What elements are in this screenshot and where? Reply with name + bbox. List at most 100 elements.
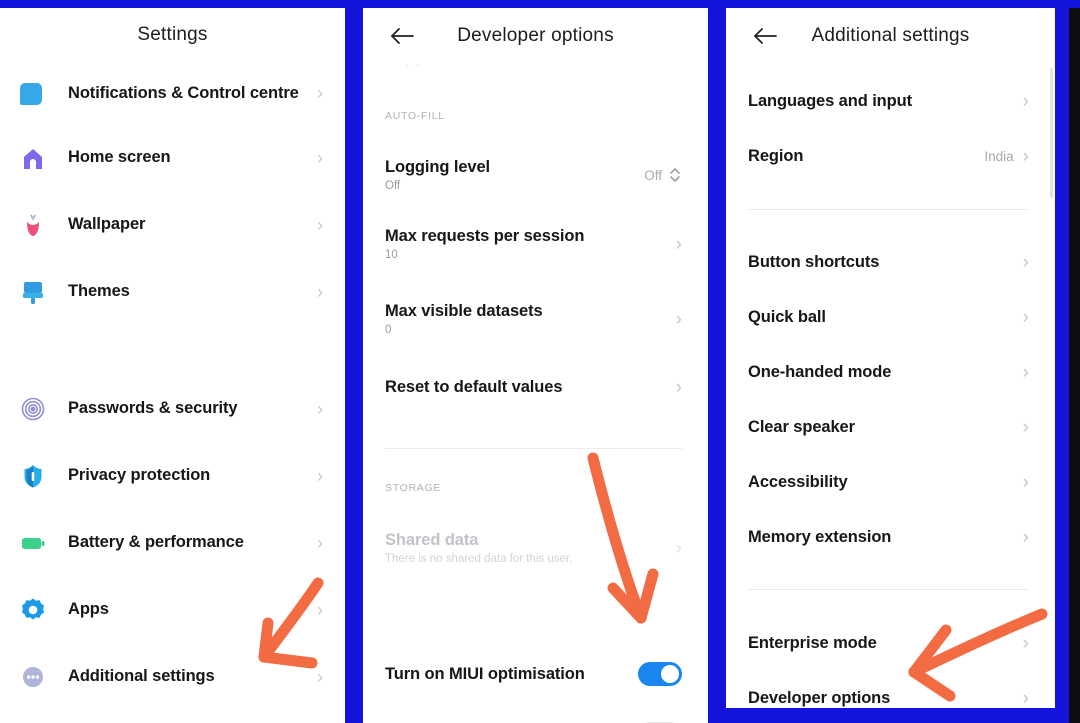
notifications-icon xyxy=(18,78,48,108)
settings-item-passwords-security[interactable]: Passwords & security › xyxy=(0,375,345,442)
row-label: Logging level xyxy=(385,158,491,176)
row-sublabel: There is no shared data for this user. xyxy=(385,553,573,565)
chevron-right-icon: › xyxy=(1022,633,1029,654)
additional-row-quick-ball[interactable]: Quick ball › xyxy=(726,290,1055,345)
settings-title-bar: Settings xyxy=(0,8,345,62)
dev-row-max-visible-datasets[interactable]: Max visible datasets 0 › xyxy=(363,282,708,356)
frame-gutter-1 xyxy=(345,0,363,723)
frame-top-bar xyxy=(0,0,1080,8)
chevron-right-icon: › xyxy=(1022,688,1029,708)
section-header-storage: STORAGE xyxy=(385,482,442,494)
screenshot-root: Settings Notifications & Control centre … xyxy=(0,0,1080,723)
row-label: One-handed mode xyxy=(748,363,892,381)
settings-item-label: Privacy protection xyxy=(68,466,211,484)
page-title: Settings xyxy=(137,24,208,45)
chevron-right-icon: › xyxy=(675,376,682,398)
chevron-right-icon: › xyxy=(1022,527,1029,548)
additional-row-enterprise-mode[interactable]: Enterprise mode › xyxy=(726,616,1055,671)
themes-brush-icon xyxy=(18,277,48,307)
chevron-right-icon: › xyxy=(1022,417,1029,438)
back-arrow-icon[interactable] xyxy=(752,23,778,49)
frame-gutter-2 xyxy=(708,0,726,723)
additional-row-region[interactable]: Region India › xyxy=(726,129,1055,184)
chevron-right-icon: › xyxy=(317,147,323,168)
back-arrow-icon[interactable] xyxy=(389,23,415,49)
frame-bottom-bar xyxy=(708,708,1069,723)
dev-row-shared-data: Shared data There is no shared data for … xyxy=(363,520,708,576)
chevron-right-icon: › xyxy=(1022,91,1029,112)
chevron-right-icon: › xyxy=(1022,146,1029,167)
stepper-updown-icon[interactable] xyxy=(668,165,682,185)
clipped-row-above: Clipped scrolled row xyxy=(363,64,708,110)
settings-group-gap xyxy=(0,325,345,375)
row-label: Clear speaker xyxy=(748,418,855,436)
row-label: Shared data xyxy=(385,531,479,549)
row-label: Button shortcuts xyxy=(748,253,880,271)
chevron-right-icon: › xyxy=(1022,307,1029,328)
chevron-right-icon: › xyxy=(317,83,323,103)
settings-item-label: Themes xyxy=(68,282,130,300)
row-value: Off xyxy=(644,167,662,183)
dev-row-high-risk-features[interactable]: Notify about high-risk features xyxy=(363,704,708,723)
wallpaper-tulip-icon xyxy=(18,210,48,240)
row-sublabel: 10 xyxy=(385,249,398,261)
developer-options-title-bar: Developer options xyxy=(363,8,708,64)
additional-row-developer-options[interactable]: Developer options › xyxy=(726,671,1055,708)
page-title: Additional settings xyxy=(811,25,970,46)
settings-item-wallpaper[interactable]: Wallpaper › xyxy=(0,191,345,258)
chevron-right-icon: › xyxy=(317,666,323,687)
settings-item-label: Passwords & security xyxy=(68,399,238,417)
additional-row-languages-input[interactable]: Languages and input › xyxy=(726,74,1055,129)
chevron-right-icon: › xyxy=(317,398,323,419)
scrollbar-thumb[interactable] xyxy=(1050,68,1053,198)
dev-row-max-requests[interactable]: Max requests per session 10 › xyxy=(363,206,708,282)
chevron-right-icon: › xyxy=(317,281,323,302)
dev-row-miui-optimisation[interactable]: Turn on MIUI optimisation xyxy=(363,644,708,704)
settings-item-themes[interactable]: Themes › xyxy=(0,258,345,325)
chevron-right-icon: › xyxy=(317,599,323,620)
chevron-right-icon: › xyxy=(317,214,323,235)
settings-item-additional-settings[interactable]: Additional settings › xyxy=(0,643,345,710)
gear-icon xyxy=(18,595,48,625)
chevron-right-icon: › xyxy=(317,465,323,486)
frame-right-bar xyxy=(1055,0,1069,723)
row-label: Region xyxy=(748,147,804,165)
settings-item-privacy-protection[interactable]: Privacy protection › xyxy=(0,442,345,509)
settings-item-label: Additional settings xyxy=(68,667,215,685)
settings-item-label: Wallpaper xyxy=(68,215,146,233)
settings-item-battery-performance[interactable]: Battery & performance › xyxy=(0,509,345,576)
chevron-right-icon: › xyxy=(1022,362,1029,383)
more-dots-icon xyxy=(18,662,48,692)
shield-icon xyxy=(18,461,48,491)
settings-panel: Settings Notifications & Control centre … xyxy=(0,8,345,723)
row-label: Memory extension xyxy=(748,528,892,546)
additional-row-one-handed-mode[interactable]: One-handed mode › xyxy=(726,345,1055,400)
row-label: Turn on MIUI optimisation xyxy=(385,664,585,683)
dev-row-reset-defaults[interactable]: Reset to default values › xyxy=(363,356,708,418)
additional-settings-title-bar: Additional settings xyxy=(726,8,1055,64)
additional-row-button-shortcuts[interactable]: Button shortcuts › xyxy=(726,235,1055,290)
settings-item-notifications[interactable]: Notifications & Control centre › xyxy=(0,62,345,124)
row-value: India xyxy=(984,149,1014,164)
settings-item-home-screen[interactable]: Home screen › xyxy=(0,124,345,191)
battery-icon xyxy=(18,528,48,558)
row-label: Max visible datasets xyxy=(385,302,543,320)
miui-optimisation-toggle[interactable] xyxy=(638,662,682,686)
chevron-right-icon: › xyxy=(1022,252,1029,273)
additional-row-memory-extension[interactable]: Memory extension › xyxy=(726,510,1055,565)
chevron-right-icon: › xyxy=(1022,472,1029,493)
dev-row-logging-level[interactable]: Logging level Off Off xyxy=(363,144,708,206)
additional-row-accessibility[interactable]: Accessibility › xyxy=(726,455,1055,510)
additional-row-clear-speaker[interactable]: Clear speaker › xyxy=(726,400,1055,455)
settings-item-label: Battery & performance xyxy=(68,533,244,551)
settings-item-label: Notifications & Control centre xyxy=(68,83,299,102)
row-label: Developer options xyxy=(748,689,891,707)
home-icon xyxy=(18,143,48,173)
section-header-autofill: AUTO-FILL xyxy=(385,110,445,122)
settings-item-apps[interactable]: Apps › xyxy=(0,576,345,643)
settings-item-label: Home screen xyxy=(68,148,171,166)
row-label: Max requests per session xyxy=(385,227,585,245)
fingerprint-icon xyxy=(18,394,48,424)
chevron-right-icon: › xyxy=(317,532,323,553)
row-label: Languages and input xyxy=(748,92,913,110)
